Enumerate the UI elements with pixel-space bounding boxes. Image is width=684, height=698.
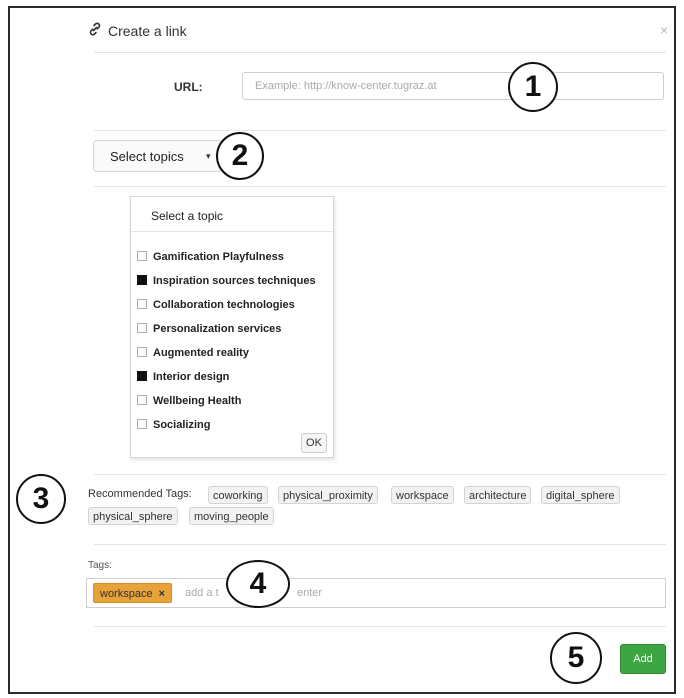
- checkbox[interactable]: [137, 419, 147, 430]
- callout-badge: 3: [16, 474, 66, 524]
- dropdown-divider: [131, 231, 333, 232]
- recommended-tag[interactable]: digital_sphere: [541, 486, 620, 504]
- tags-label: Tags:: [88, 560, 112, 571]
- checkbox[interactable]: [137, 275, 147, 286]
- dropdown-header: Select a topic: [151, 209, 224, 223]
- url-label: URL:: [174, 80, 203, 94]
- tags-placeholder-end: enter: [297, 587, 323, 599]
- topic-item[interactable]: Interior design: [137, 371, 229, 389]
- recommended-tag[interactable]: workspace: [391, 486, 454, 504]
- topic-label: Inspiration sources techniques: [153, 275, 316, 287]
- divider-recommended: [94, 544, 666, 545]
- topic-item[interactable]: Inspiration sources techniques: [137, 275, 316, 293]
- callout-badge: 5: [550, 632, 602, 684]
- callout-badge: 2: [216, 132, 264, 180]
- topic-item[interactable]: Wellbeing Health: [137, 395, 241, 413]
- topic-label: Collaboration technologies: [153, 299, 295, 311]
- topic-item[interactable]: Collaboration technologies: [137, 299, 295, 317]
- divider-topics: [94, 186, 666, 187]
- checkbox[interactable]: [137, 251, 147, 262]
- topic-label: Wellbeing Health: [153, 395, 242, 407]
- topic-label: Interior design: [153, 371, 230, 383]
- url-input[interactable]: Example: http://know-center.tugraz.at: [242, 72, 664, 100]
- recommended-tag[interactable]: moving_people: [189, 507, 274, 525]
- divider-tags: [94, 626, 666, 627]
- chevron-down-icon: ▾: [206, 151, 211, 161]
- topic-label: Socializing: [153, 419, 211, 431]
- checkbox[interactable]: [137, 299, 147, 310]
- topic-item[interactable]: Personalization services: [137, 323, 281, 341]
- tag-chip: workspace ×: [93, 583, 173, 603]
- remove-tag-icon[interactable]: ×: [159, 588, 165, 600]
- topic-dropdown: Select a topic Gamification Playfulness …: [130, 196, 334, 458]
- divider-url: [94, 130, 666, 131]
- tags-input[interactable]: workspace × add a t enter: [86, 578, 666, 608]
- link-icon: [88, 22, 102, 39]
- topic-item[interactable]: Augmented reality: [137, 347, 249, 365]
- recommended-tag[interactable]: architecture: [464, 486, 532, 504]
- divider-dropdown: [94, 474, 666, 475]
- select-topics-label: Select topics: [110, 149, 184, 164]
- recommended-tag[interactable]: physical_proximity: [278, 486, 378, 504]
- topic-item[interactable]: Socializing: [137, 419, 210, 437]
- dialog-title: Create a link: [88, 22, 187, 39]
- recommended-tag[interactable]: coworking: [208, 486, 268, 504]
- topic-label: Personalization services: [153, 323, 282, 335]
- checkbox[interactable]: [137, 323, 147, 334]
- callout-badge: 1: [508, 62, 558, 112]
- tag-chip-label: workspace: [100, 588, 153, 600]
- ok-button[interactable]: OK: [301, 433, 327, 453]
- tags-placeholder-start: add a t: [185, 587, 219, 599]
- select-topics-button[interactable]: Select topics ▾: [93, 140, 223, 172]
- checkbox[interactable]: [137, 395, 147, 406]
- recommended-tags-label: Recommended Tags:: [88, 488, 192, 500]
- topic-item[interactable]: Gamification Playfulness: [137, 251, 284, 269]
- callout-badge: 4: [226, 560, 290, 608]
- recommended-tag[interactable]: physical_sphere: [88, 507, 178, 525]
- divider-top: [94, 52, 666, 53]
- topic-label: Gamification Playfulness: [153, 251, 284, 263]
- topic-label: Augmented reality: [153, 347, 249, 359]
- checkbox[interactable]: [137, 371, 147, 382]
- checkbox[interactable]: [137, 347, 147, 358]
- close-icon[interactable]: ×: [660, 22, 668, 38]
- add-button[interactable]: Add: [620, 644, 666, 674]
- dialog-title-text: Create a link: [108, 23, 187, 39]
